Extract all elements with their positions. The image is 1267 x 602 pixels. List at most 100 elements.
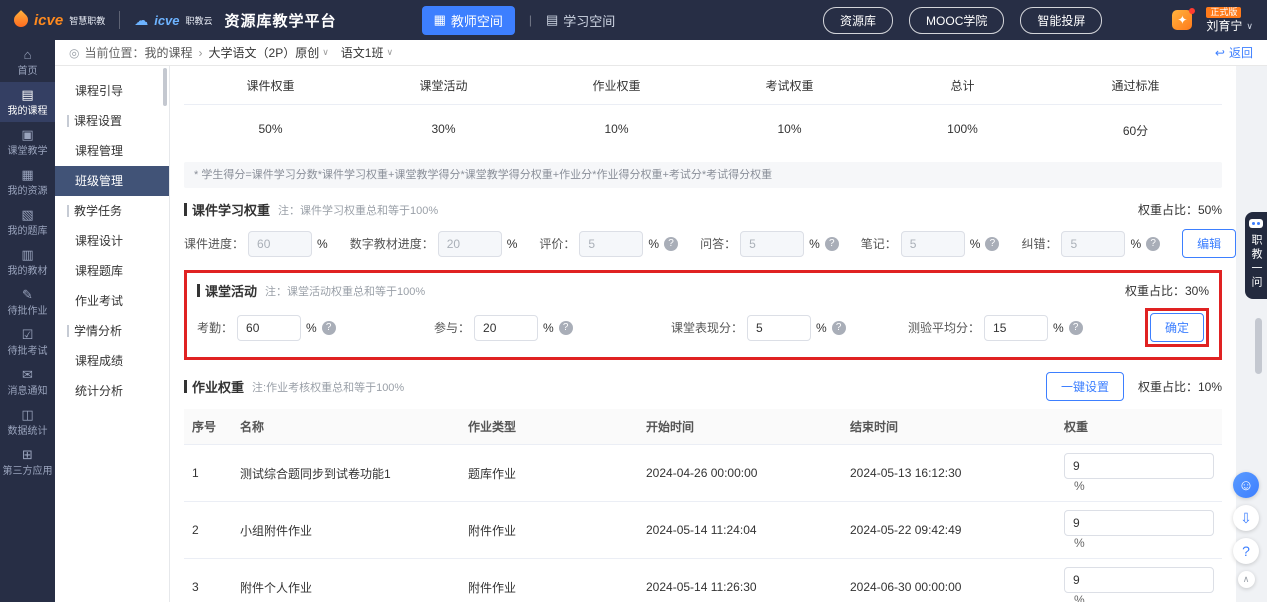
class-performance-input[interactable] bbox=[747, 315, 811, 341]
platform-title: 资源库教学平台 bbox=[225, 10, 337, 31]
quiz-average-input[interactable] bbox=[984, 315, 1048, 341]
textbook-icon: ▥ bbox=[21, 248, 33, 261]
rail-item-pending-exams[interactable]: ☑ 待批考试 bbox=[0, 322, 55, 362]
annotation-box-confirm: 确定 bbox=[1145, 308, 1209, 347]
menu-item-statistical-analysis[interactable]: 统计分析 bbox=[55, 376, 169, 406]
nav-divider: | bbox=[529, 13, 532, 27]
collapse-button[interactable]: ∧ bbox=[1238, 571, 1255, 588]
rail-item-home[interactable]: ⌂ 首页 bbox=[0, 42, 55, 82]
menu-item-class-management[interactable]: 班级管理 bbox=[55, 166, 169, 196]
table-row: 1 测试综合题同步到试卷功能1 题库作业 2024-04-26 00:00:00… bbox=[184, 445, 1222, 502]
breadcrumb-course-dropdown[interactable]: 大学语文（2P）原创 ∨ bbox=[209, 44, 329, 61]
rail-item-my-courses[interactable]: ▤ 我的课程 bbox=[0, 82, 55, 122]
summary-value-exam: 10% bbox=[703, 105, 876, 154]
cloud-logo-icon: ☁ bbox=[134, 13, 148, 27]
help-icon[interactable]: ? bbox=[825, 237, 839, 251]
chevron-down-icon: ∨ bbox=[1246, 21, 1253, 32]
back-button[interactable]: ↩ 返回 bbox=[1215, 44, 1253, 61]
weight-summary-header: 课件权重 课堂活动 作业权重 考试权重 总计 通过标准 bbox=[184, 66, 1222, 105]
mooc-academy-button[interactable]: MOOC学院 bbox=[909, 7, 1004, 34]
help-icon[interactable]: ? bbox=[832, 321, 846, 335]
field-qa: 问答： % ? bbox=[700, 231, 839, 257]
menu-item-course-design[interactable]: 课程设计 bbox=[55, 226, 169, 256]
field-class-performance: 课堂表现分： % ? bbox=[671, 315, 908, 341]
table-row: 3 附件个人作业 附件作业 2024-05-14 11:26:30 2024-0… bbox=[184, 559, 1222, 602]
help-icon[interactable]: ? bbox=[1069, 321, 1083, 335]
weight-input[interactable] bbox=[1064, 510, 1214, 536]
score-formula-note: * 学生得分=课件学习分数*课件学习权重+课堂教学得分*课堂教学得分权重+作业分… bbox=[184, 162, 1222, 188]
summary-col-activity: 课堂活动 bbox=[357, 66, 530, 104]
pending-homework-icon: ✎ bbox=[22, 288, 33, 301]
help-icon[interactable]: ? bbox=[985, 237, 999, 251]
menu-item-course-question-bank[interactable]: 课程题库 bbox=[55, 256, 169, 286]
help-icon[interactable]: ? bbox=[1146, 237, 1160, 251]
page-scrollbar-thumb[interactable] bbox=[1255, 318, 1262, 374]
back-icon: ↩ bbox=[1215, 46, 1225, 60]
weight-input[interactable] bbox=[1064, 453, 1214, 479]
menu-item-homework-exam[interactable]: 作业考试 bbox=[55, 286, 169, 316]
section-note: 注：课堂活动权重总和等于100% bbox=[265, 283, 425, 299]
question-bank-icon: ▧ bbox=[21, 208, 33, 221]
rail-item-textbooks[interactable]: ▥ 我的教材 bbox=[0, 242, 55, 282]
rail-item-question-bank[interactable]: ▧ 我的题库 bbox=[0, 202, 55, 242]
menu-scrollbar-thumb[interactable] bbox=[163, 68, 167, 106]
rail-item-messages[interactable]: ✉ 消息通知 bbox=[0, 362, 55, 402]
breadcrumb-class-dropdown[interactable]: 语文1班 ∨ bbox=[341, 44, 393, 61]
quick-setup-button[interactable]: 一键设置 bbox=[1046, 372, 1124, 401]
rail-item-classroom-teaching[interactable]: ▣ 课堂教学 bbox=[0, 122, 55, 162]
summary-value-total: 100% bbox=[876, 105, 1049, 154]
rail-item-pending-homework[interactable]: ✎ 待批作业 bbox=[0, 282, 55, 322]
brand-area: icve 智慧职教 ☁ icve 职教云 资源库教学平台 bbox=[14, 10, 337, 31]
teacher-space-button[interactable]: ▦ 教师空间 bbox=[422, 6, 515, 35]
field-courseware-progress: 课件进度： % bbox=[184, 231, 328, 257]
help-button[interactable]: ? bbox=[1233, 538, 1259, 564]
rail-item-my-resources[interactable]: ▦ 我的资源 bbox=[0, 162, 55, 202]
brand-divider bbox=[119, 11, 120, 29]
assistant-robot-button[interactable]: ☺ bbox=[1233, 472, 1259, 498]
header-actions: 资源库 MOOC学院 智能投屏 bbox=[823, 7, 1102, 34]
attendance-input[interactable] bbox=[237, 315, 301, 341]
notification-icon[interactable]: ✦ bbox=[1172, 10, 1192, 30]
smart-cast-button[interactable]: 智能投屏 bbox=[1020, 7, 1102, 34]
rail-item-third-party-apps[interactable]: ⊞ 第三方应用 bbox=[0, 442, 55, 482]
user-name: 刘育宁 bbox=[1206, 19, 1242, 33]
download-button[interactable]: ⇩ bbox=[1233, 505, 1259, 531]
menu-item-course-grades[interactable]: 课程成绩 bbox=[55, 346, 169, 376]
help-icon[interactable]: ? bbox=[322, 321, 336, 335]
location-icon: ◎ bbox=[69, 46, 79, 60]
table-row: 2 小组附件作业 附件作业 2024-05-14 11:24:04 2024-0… bbox=[184, 502, 1222, 559]
resource-library-button[interactable]: 资源库 bbox=[823, 7, 893, 34]
notification-badge-dot bbox=[1189, 8, 1195, 14]
icve-cloud-logo-text: icve bbox=[154, 13, 179, 28]
field-quiz-average: 测验平均分： % ? bbox=[908, 315, 1145, 341]
help-icon[interactable]: ? bbox=[664, 237, 678, 251]
field-attendance: 考勤： % ? bbox=[197, 315, 434, 341]
user-menu[interactable]: 正式版 刘育宁 ∨ bbox=[1206, 7, 1253, 33]
homework-weight-header: 作业权重 注:作业考核权重总和等于100% 一键设置 权重占比：10% bbox=[184, 372, 1222, 401]
section-title: 课堂活动 bbox=[205, 281, 257, 300]
breadcrumb: ◎ 当前位置： 我的课程 › 大学语文（2P）原创 ∨ 语文1班 ∨ ↩ 返回 bbox=[55, 40, 1267, 66]
help-icon[interactable]: ? bbox=[559, 321, 573, 335]
evaluation-input bbox=[579, 231, 643, 257]
course-menu: 课程引导 课程设置 课程管理 班级管理 教学任务 课程设计 课程题库 作业考试 … bbox=[55, 66, 170, 602]
menu-item-course-management[interactable]: 课程管理 bbox=[55, 136, 169, 166]
breadcrumb-root-link[interactable]: 我的课程 bbox=[145, 44, 193, 61]
pending-exams-icon: ☑ bbox=[22, 328, 34, 341]
section-title: 作业权重 bbox=[192, 377, 244, 396]
edit-button[interactable]: 编辑 bbox=[1182, 229, 1236, 258]
teacher-space-icon: ▦ bbox=[434, 12, 446, 28]
zhijiao-yiwen-side-tab[interactable]: 职教一问 bbox=[1245, 212, 1267, 299]
summary-value-activity: 30% bbox=[357, 105, 530, 154]
icve-flame-logo-icon bbox=[11, 10, 31, 30]
confirm-button[interactable]: 确定 bbox=[1150, 313, 1204, 342]
home-icon: ⌂ bbox=[24, 48, 32, 61]
courseware-progress-input bbox=[248, 231, 312, 257]
participation-input[interactable] bbox=[474, 315, 538, 341]
space-nav: ▦ 教师空间 | ▤ 学习空间 bbox=[422, 6, 616, 35]
student-space-button[interactable]: ▤ 学习空间 bbox=[546, 11, 615, 30]
digital-textbook-progress-input bbox=[438, 231, 502, 257]
section-title-bar bbox=[184, 380, 187, 393]
rail-item-statistics[interactable]: ◫ 数据统计 bbox=[0, 402, 55, 442]
menu-item-course-guide[interactable]: 课程引导 bbox=[55, 76, 169, 106]
weight-input[interactable] bbox=[1064, 567, 1214, 593]
